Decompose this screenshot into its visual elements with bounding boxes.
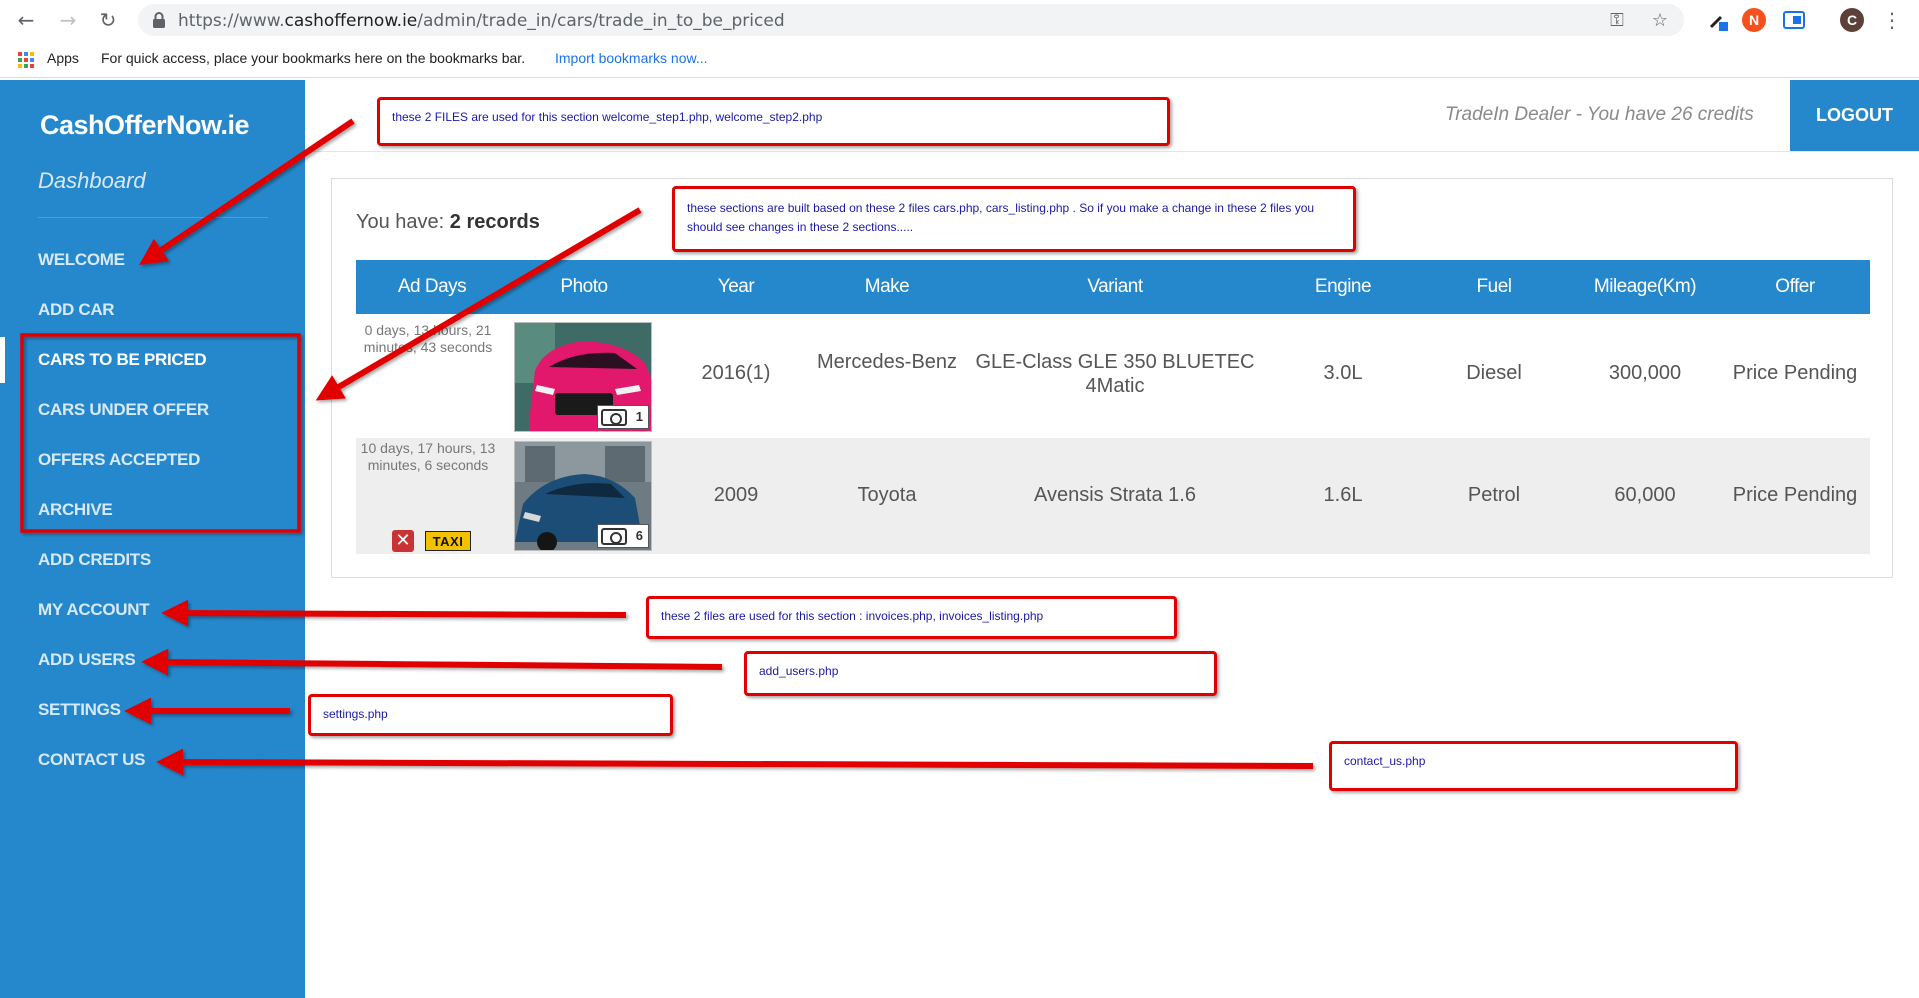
logout-button[interactable]: LOGOUT <box>1790 80 1919 151</box>
active-indicator <box>0 337 5 383</box>
sidebar-item-offers-accepted[interactable]: OFFERS ACCEPTED <box>38 450 200 470</box>
screen-root: ← → ↻ https://www.cashoffernow.ie/admin/… <box>0 0 1919 998</box>
fuel-cell: Diesel <box>1466 362 1522 384</box>
url-text: https://www.cashoffernow.ie/admin/trade_… <box>178 11 785 31</box>
key-icon[interactable]: ⚿ <box>1606 10 1628 32</box>
offer-cell: Price Pending <box>1732 484 1858 506</box>
make-cell: Toyota <box>857 484 917 506</box>
browser-toolbar: ← → ↻ https://www.cashoffernow.ie/admin/… <box>0 0 1919 40</box>
table-header: Ad Days Photo Year Make Variant Engine F… <box>356 260 1870 314</box>
annotation-cars: these sections are built based on these … <box>672 186 1356 252</box>
eyedropper-extension-icon[interactable] <box>1706 8 1730 32</box>
car-photo[interactable]: 6 <box>514 441 652 551</box>
sidebar-divider <box>38 217 268 218</box>
col-engine[interactable]: Engine <box>1268 260 1418 314</box>
records-count: You have: 2 records <box>356 211 540 233</box>
col-fuel[interactable]: Fuel <box>1418 260 1570 314</box>
cast-extension-icon[interactable] <box>1782 9 1806 31</box>
dealer-credits: TradeIn Dealer - You have 26 credits <box>1445 104 1754 125</box>
offer-cell: Price Pending <box>1732 362 1858 384</box>
sidebar-item-add-car[interactable]: ADD CAR <box>38 300 115 320</box>
col-offer[interactable]: Offer <box>1720 260 1870 314</box>
menu-kebab-icon[interactable]: ⋮ <box>1880 8 1904 32</box>
bookmarks-bar: Apps For quick access, place your bookma… <box>0 40 1919 78</box>
sidebar: CashOfferNow.ie Dashboard WELCOME ADD CA… <box>0 80 305 998</box>
col-year[interactable]: Year <box>660 260 812 314</box>
ad-days-cell: 10 days, 17 hours, 13 minutes, 6 seconds <box>360 440 496 473</box>
address-bar[interactable]: https://www.cashoffernow.ie/admin/trade_… <box>138 4 1684 36</box>
annotation-invoices: these 2 files are used for this section … <box>646 596 1177 639</box>
annotation-contact: contact_us.php <box>1329 741 1738 791</box>
annotation-welcome: these 2 FILES are used for this section … <box>377 97 1170 146</box>
sidebar-item-settings[interactable]: SETTINGS <box>38 700 121 720</box>
camera-icon <box>601 528 627 545</box>
sidebar-item-contact-us[interactable]: CONTACT US <box>38 750 145 770</box>
arrow-contact <box>156 748 1314 776</box>
table-row[interactable]: 10 days, 17 hours, 13 minutes, 6 seconds… <box>356 438 1870 554</box>
photo-count-badge: 6 <box>597 524 649 548</box>
variant-cell: GLE-Class GLE 350 BLUETEC 4Matic <box>975 351 1255 397</box>
photo-count-badge: 1 <box>597 405 649 429</box>
col-mileage[interactable]: Mileage(Km) <box>1570 260 1720 314</box>
sidebar-item-archive[interactable]: ARCHIVE <box>38 500 113 520</box>
mileage-cell: 60,000 <box>1614 484 1676 506</box>
camera-icon <box>601 409 627 426</box>
ad-days-cell: 0 days, 13 hours, 21 minutes, 43 seconds <box>363 322 493 355</box>
import-bookmarks-link[interactable]: Import bookmarks now... <box>555 50 708 66</box>
annotation-settings: settings.php <box>308 694 673 736</box>
profile-avatar[interactable]: C <box>1840 8 1864 32</box>
sidebar-item-add-users[interactable]: ADD USERS <box>38 650 136 670</box>
col-variant[interactable]: Variant <box>962 260 1268 314</box>
col-make[interactable]: Make <box>812 260 962 314</box>
sidebar-item-cars-to-be-priced[interactable]: CARS TO BE PRICED <box>38 350 207 370</box>
sidebar-item-add-credits[interactable]: ADD CREDITS <box>38 550 151 570</box>
sidebar-item-welcome[interactable]: WELCOME <box>38 250 125 270</box>
mileage-cell: 300,000 <box>1608 362 1682 384</box>
col-photo[interactable]: Photo <box>508 260 660 314</box>
engine-cell: 1.6L <box>1323 484 1363 506</box>
dashboard-link[interactable]: Dashboard <box>38 168 146 194</box>
engine-cell: 3.0L <box>1323 362 1363 384</box>
reload-icon[interactable]: ↻ <box>96 8 120 32</box>
n-extension-icon[interactable]: N <box>1742 8 1766 32</box>
sidebar-item-my-account[interactable]: MY ACCOUNT <box>38 600 150 620</box>
apps-grid-icon[interactable] <box>18 52 34 68</box>
forward-arrow-icon[interactable]: → <box>56 8 80 32</box>
annotation-add-users: add_users.php <box>744 651 1217 696</box>
year-cell: 2009 <box>713 484 759 506</box>
star-icon[interactable]: ☆ <box>1649 10 1671 32</box>
year-cell: 2016(1) <box>701 362 771 384</box>
table-row[interactable]: 0 days, 13 hours, 21 minutes, 43 seconds… <box>356 314 1870 438</box>
taxi-badge: TAXI <box>425 531 471 551</box>
bookmarks-hint: For quick access, place your bookmarks h… <box>101 50 526 66</box>
col-ad-days[interactable]: Ad Days <box>356 260 508 314</box>
bookmark-apps[interactable]: Apps <box>47 50 79 66</box>
brand-logo[interactable]: CashOfferNow.ie <box>40 110 250 141</box>
sidebar-item-cars-under-offer[interactable]: CARS UNDER OFFER <box>38 400 209 420</box>
make-cell: Mercedes-Benz <box>816 351 958 373</box>
back-arrow-icon[interactable]: ← <box>14 8 38 32</box>
lock-icon <box>153 12 165 28</box>
car-photo[interactable]: 1 <box>514 322 652 432</box>
variant-cell: Avensis Strata 1.6 <box>1034 484 1196 506</box>
fuel-cell: Petrol <box>1467 484 1521 506</box>
close-icon[interactable]: ✕ <box>392 530 414 552</box>
